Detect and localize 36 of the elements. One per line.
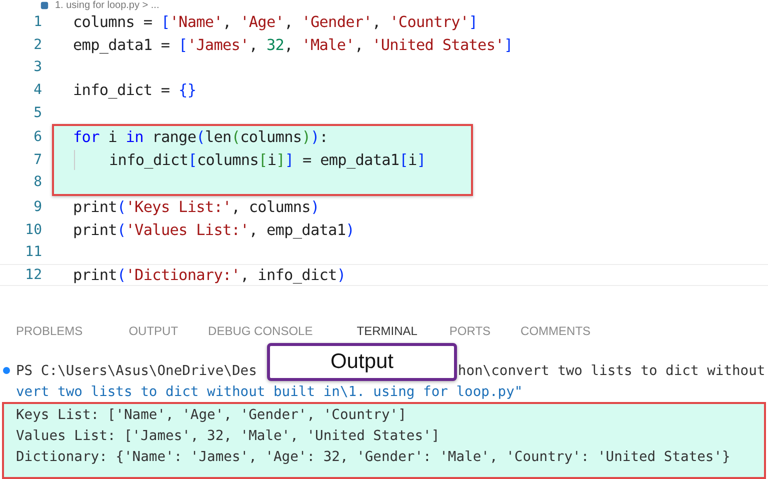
terminal-text: Keys List: ['Name', 'Age', 'Gender', 'Country'] xyxy=(16,406,406,422)
terminal-text: Values List: ['James', 32, 'Male', 'United States'] xyxy=(16,428,440,444)
panel-tab[interactable]: TERMINAL xyxy=(356,324,418,338)
callout-label: Output xyxy=(267,343,457,381)
line-number: 10 xyxy=(24,222,42,238)
status-dot xyxy=(3,367,10,374)
code-line: info_dict[columns[i]] = emp_data1[i] xyxy=(109,150,426,169)
breadcrumb[interactable]: 1. using for loop.py > ... xyxy=(55,0,160,11)
panel-tab[interactable]: PORTS xyxy=(449,324,491,338)
terminal-text: hon\convert two lists to dict without xyxy=(458,362,766,378)
code-line: info_dict = {} xyxy=(73,81,196,100)
panel-tab[interactable]: OUTPUT xyxy=(128,324,178,338)
code-line: columns = ['Name', 'Age', 'Gender', 'Country'] xyxy=(73,13,478,32)
code-line: print('Dictionary:', info_dict) xyxy=(73,266,346,284)
panel-tab[interactable]: PROBLEMS xyxy=(16,324,83,338)
line-number: 12 xyxy=(24,266,42,283)
line-number: 8 xyxy=(32,174,42,190)
python-file-icon xyxy=(40,1,49,10)
line-number: 1 xyxy=(32,14,42,30)
terminal-text: vert two lists to dict without built in\1. using for loop.py" xyxy=(16,384,523,400)
line-number: 5 xyxy=(32,104,42,121)
code-line: print('Keys List:', columns) xyxy=(73,198,320,216)
line-number: 2 xyxy=(32,36,42,53)
code-line: emp_data1 = ['James', 32, 'Male', 'United States'] xyxy=(73,36,513,54)
line-number: 11 xyxy=(24,244,42,260)
panel-tab[interactable]: DEBUG CONSOLE xyxy=(208,324,313,338)
terminal-text: Dictionary: {'Name': 'James', 'Age': 32, 'Gender': 'Male', 'Country': 'United States'} xyxy=(16,448,730,464)
code-line: for i in range(len(columns)): xyxy=(73,128,328,146)
panel-tab[interactable]: COMMENTS xyxy=(520,324,591,338)
terminal-text: PS C:\Users\Asus\OneDrive\Des xyxy=(16,362,257,378)
line-number: 7 xyxy=(32,152,42,168)
line-number: 9 xyxy=(32,199,42,216)
line-number: 4 xyxy=(32,82,42,98)
line-number: 3 xyxy=(32,59,42,76)
code-line: print('Values List:', emp_data1) xyxy=(73,220,354,239)
line-number: 6 xyxy=(32,129,42,146)
